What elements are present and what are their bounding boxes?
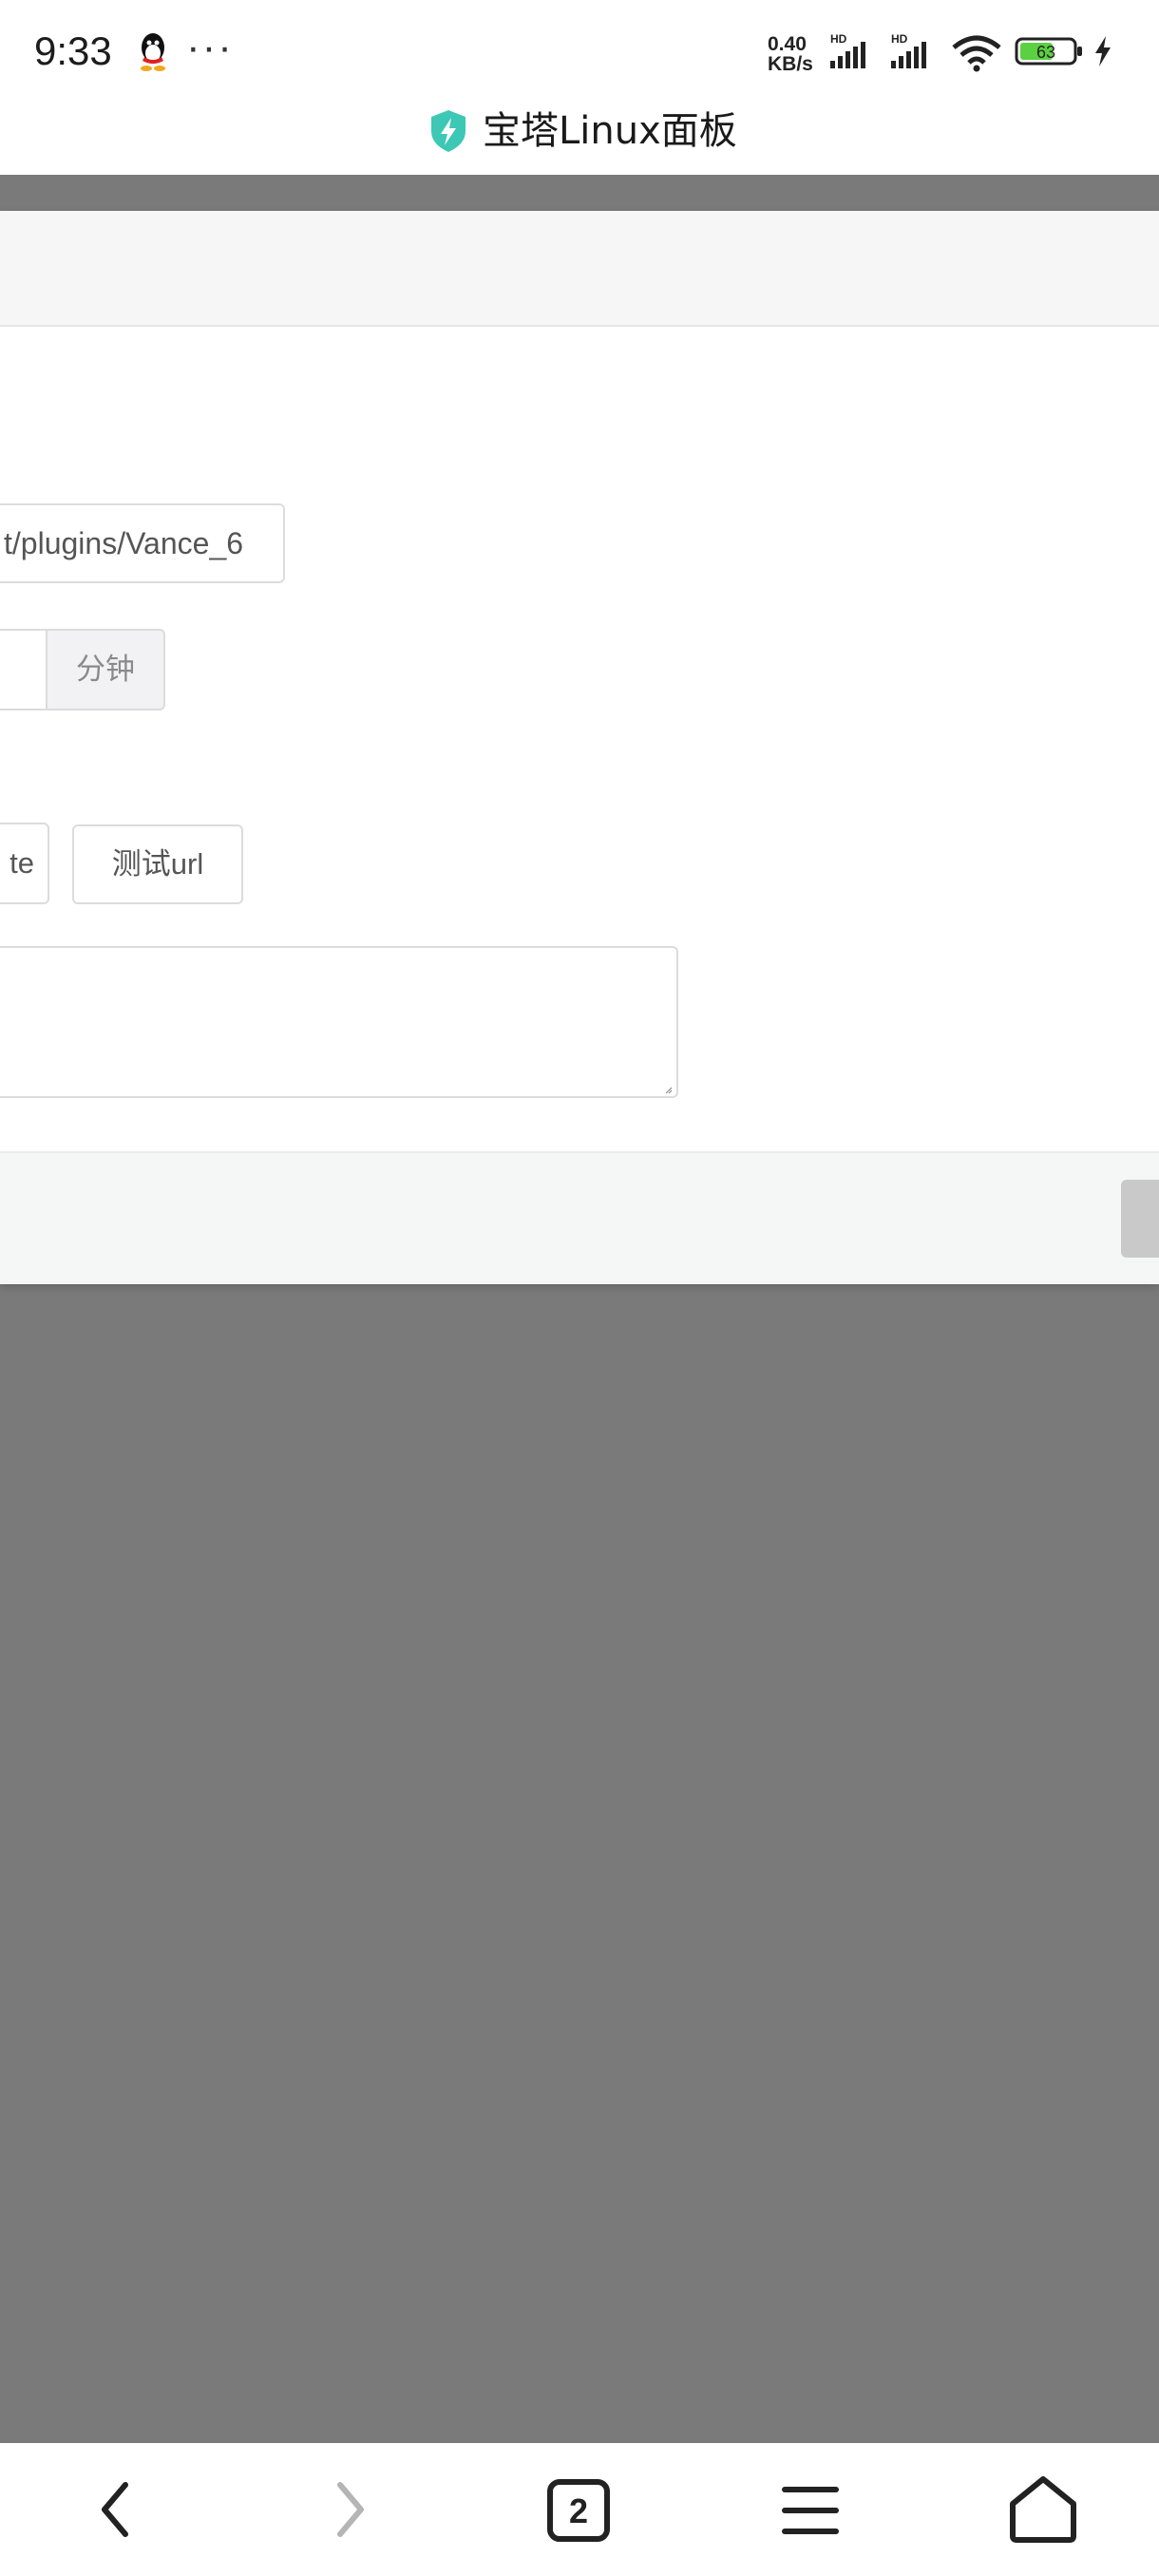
interval-minutes-input[interactable] [0, 629, 49, 710]
network-speed-value: 0.40 [768, 33, 807, 55]
back-icon[interactable] [95, 2479, 137, 2545]
test-url-button[interactable]: 测试url [72, 824, 243, 904]
url-input[interactable]: te [0, 823, 49, 904]
signal-icon: HD [887, 32, 944, 70]
settings-dialog [0, 211, 1159, 1282]
status-time: 9:33 [34, 28, 112, 73]
battery-icon: 63 [1015, 36, 1085, 66]
wifi-icon [950, 34, 1003, 72]
minutes-unit-addon: 分钟 [46, 629, 165, 710]
tabs-icon[interactable]: 2 [545, 2477, 612, 2548]
network-speed-unit: KB/s [768, 53, 813, 75]
dialog-footer [0, 1151, 1159, 1284]
site-shield-icon [428, 108, 469, 154]
signal-icon: HD [826, 32, 884, 70]
browser-bottom-nav: 2 [0, 2443, 1159, 2576]
qq-icon [135, 30, 171, 72]
url-input-value: te [10, 846, 34, 880]
notes-textarea[interactable] [0, 946, 678, 1098]
battery-level: 63 [1036, 43, 1055, 62]
signal-hd-label: HD [830, 32, 847, 46]
tab-count: 2 [569, 2491, 588, 2530]
modal-overlay[interactable] [0, 175, 1159, 211]
signal-hd-label: HD [891, 32, 908, 46]
plugin-path-input[interactable]: t/plugins/Vance_6 [0, 503, 285, 583]
home-icon[interactable] [1007, 2473, 1079, 2550]
dialog-header [0, 211, 1159, 327]
more-notifications-icon: ··· [186, 24, 234, 70]
footer-action-button[interactable] [1121, 1180, 1159, 1258]
charging-icon [1092, 34, 1113, 68]
menu-icon[interactable] [779, 2481, 842, 2545]
forward-icon[interactable] [329, 2479, 370, 2545]
plugin-path-value: t/plugins/Vance_6 [4, 526, 244, 560]
resize-grip-icon[interactable] [665, 1087, 673, 1094]
page-title: 宝塔Linux面板 [483, 109, 737, 153]
network-speed: 0.40 KB/s [768, 34, 813, 74]
